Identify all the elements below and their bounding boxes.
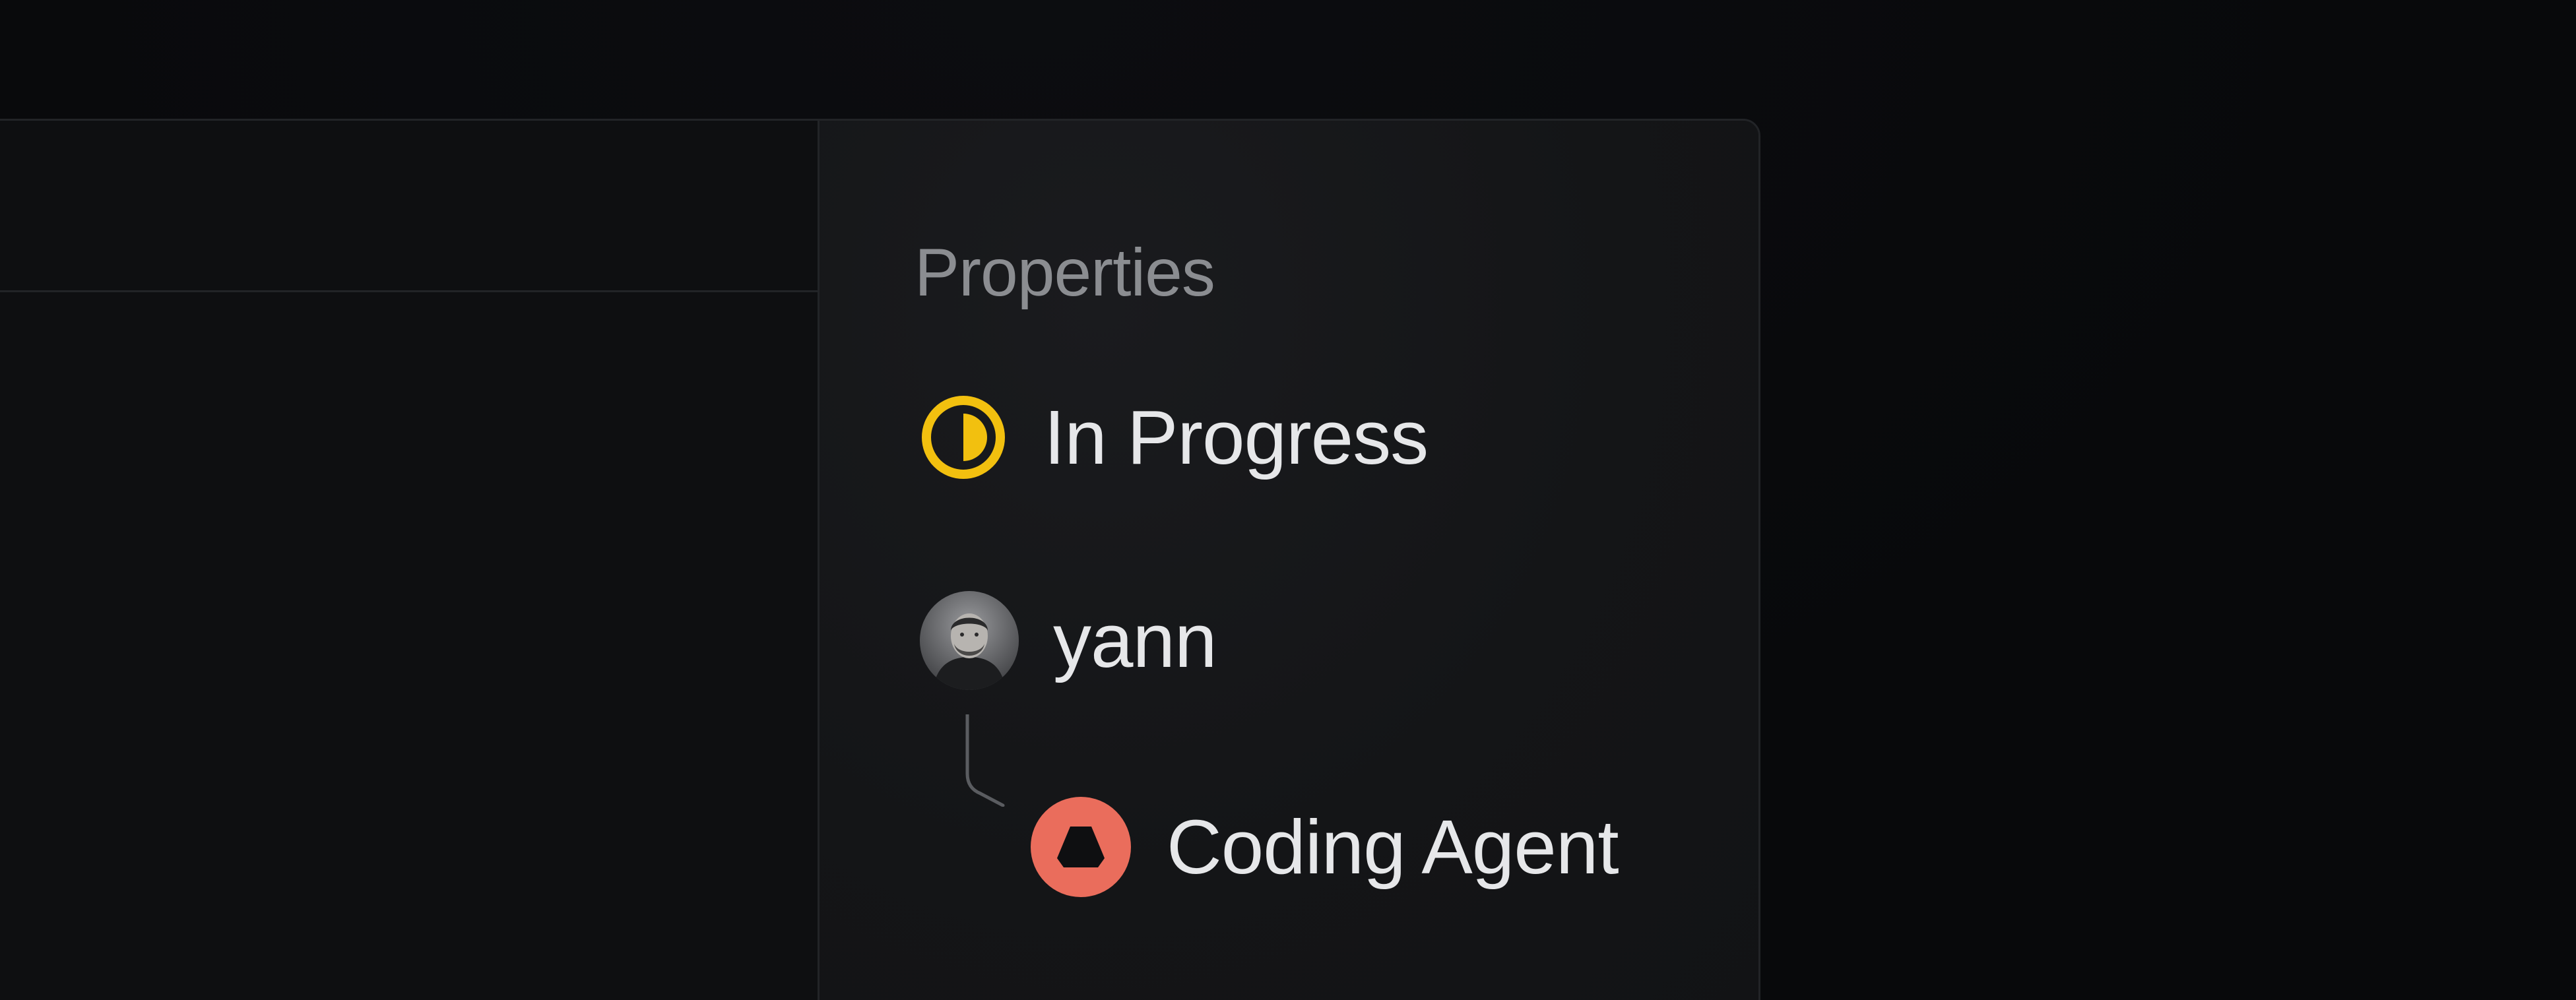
- status-label: In Progress: [1044, 394, 1429, 480]
- in-progress-status-icon: [918, 392, 1008, 482]
- delegate-label: Coding Agent: [1167, 804, 1619, 890]
- user-avatar: [920, 591, 1019, 690]
- properties-panel: Properties In Progress yann Coding Agent: [818, 121, 1758, 1000]
- status-property[interactable]: In Progress: [918, 385, 1429, 490]
- agent-logo-icon: [1031, 797, 1131, 897]
- main-pane: [0, 121, 818, 1000]
- app-window: Properties In Progress yann Coding Agent: [0, 119, 1760, 1000]
- assignee-property[interactable]: yann: [920, 588, 1217, 693]
- main-header: [0, 121, 818, 292]
- assignee-label: yann: [1053, 598, 1217, 683]
- delegate-property[interactable]: Coding Agent: [1031, 791, 1619, 903]
- properties-heading: Properties: [915, 235, 1215, 310]
